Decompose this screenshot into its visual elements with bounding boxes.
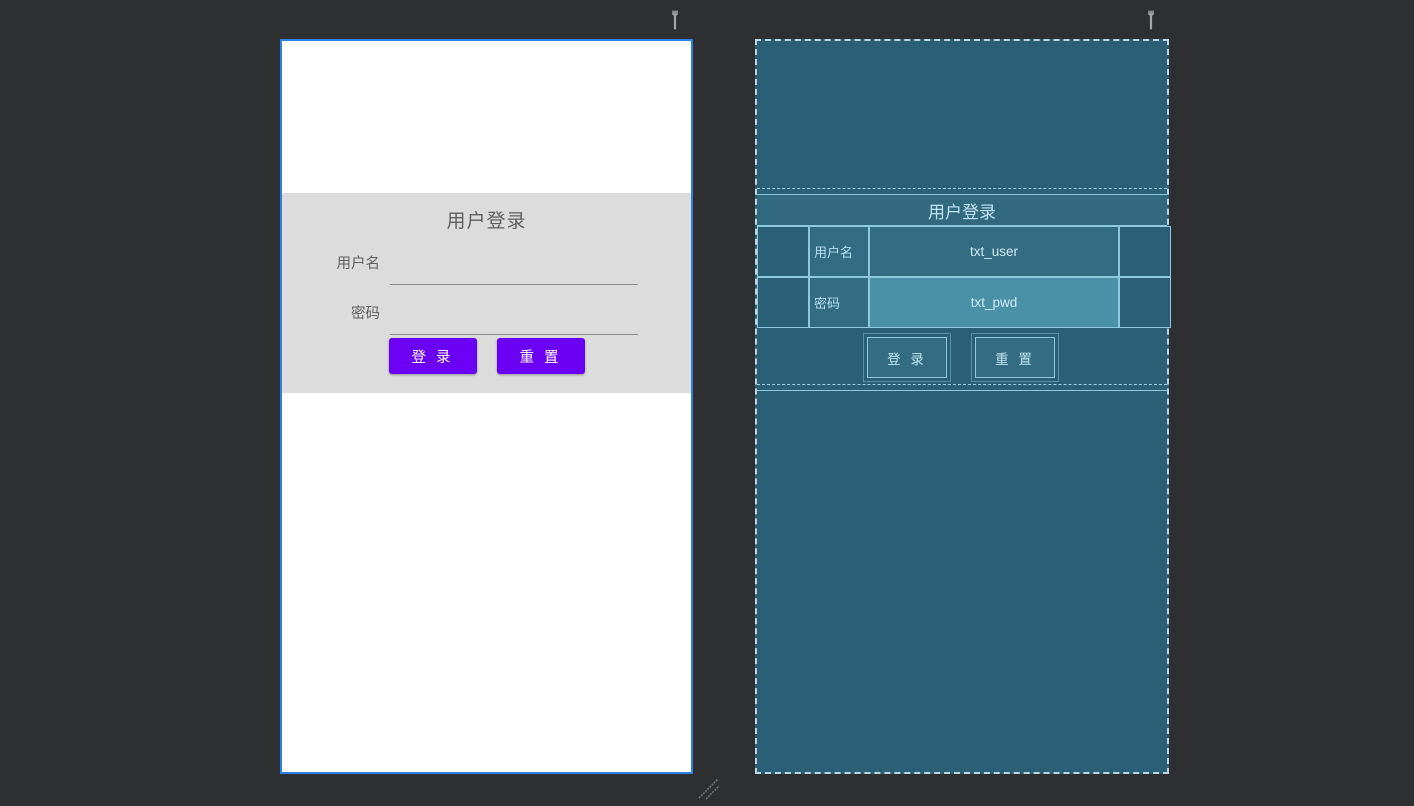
design-device-config-button[interactable] <box>664 7 686 33</box>
login-form-panel[interactable]: 用户登录 用户名 密码 登 录 重 置 <box>282 193 691 393</box>
wrench-icon <box>1143 10 1159 30</box>
blueprint-username-label[interactable]: 用户名 <box>809 226 869 277</box>
reset-button[interactable]: 重 置 <box>496 338 585 374</box>
blueprint-password-label[interactable]: 密码 <box>809 277 869 328</box>
table-row[interactable] <box>1119 277 1171 328</box>
username-row: 用户名 <box>282 245 691 285</box>
blueprint-empty-area[interactable] <box>757 390 1167 772</box>
blueprint-login-button[interactable]: 登 录 <box>863 333 951 382</box>
blueprint-guide-line <box>757 188 1167 189</box>
blueprint-title-text: 用户登录 <box>928 202 996 222</box>
design-preview-surface[interactable]: 用户登录 用户名 密码 登 录 重 置 <box>280 39 693 774</box>
layout-editor-canvas: 用户登录 用户名 密码 登 录 重 置 用户登录 用户名 txt_user 密码… <box>0 0 1414 806</box>
login-form-title: 用户登录 <box>446 211 527 232</box>
table-row[interactable] <box>757 277 809 328</box>
blueprint-reset-button[interactable]: 重 置 <box>971 333 1059 382</box>
resize-grip-icon <box>696 778 722 806</box>
design-surface-resize-handle[interactable] <box>696 776 722 802</box>
blueprint-button-row: 登 录 重 置 <box>757 330 1167 385</box>
username-input[interactable] <box>390 255 638 285</box>
table-row[interactable] <box>1119 226 1171 277</box>
password-label: 密码 <box>351 306 380 322</box>
blueprint-password-field[interactable]: txt_pwd <box>869 277 1119 328</box>
login-button[interactable]: 登 录 <box>388 338 477 374</box>
table-row[interactable] <box>757 226 809 277</box>
password-input[interactable] <box>390 305 638 335</box>
blueprint-device-config-button[interactable] <box>1140 7 1162 33</box>
blueprint-username-field[interactable]: txt_user <box>869 226 1119 277</box>
wrench-icon <box>667 10 683 30</box>
blueprint-surface[interactable]: 用户登录 用户名 txt_user 密码 txt_pwd 登 录 重 置 <box>755 39 1171 774</box>
password-row: 密码 <box>282 295 691 335</box>
login-form-buttons: 登 录 重 置 <box>282 338 691 374</box>
blueprint-title-band[interactable]: 用户登录 <box>757 194 1167 226</box>
username-label: 用户名 <box>336 256 381 272</box>
